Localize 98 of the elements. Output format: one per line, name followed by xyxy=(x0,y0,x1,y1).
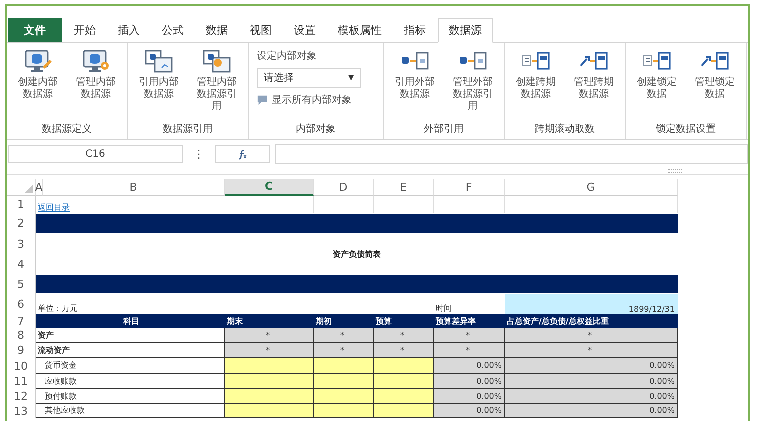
table-cell: * xyxy=(505,328,678,343)
column-header[interactable]: E xyxy=(374,179,434,196)
table-cell[interactable] xyxy=(374,374,434,389)
ribbon-button[interactable]: 管理内部数据源 xyxy=(69,49,123,122)
ribbon-button[interactable]: 管理跨期数据源 xyxy=(567,49,621,122)
function-button[interactable] xyxy=(215,145,270,163)
table-header-cell: 占总资产/总负债/总权益比重 xyxy=(505,314,678,328)
column-header[interactable]: G xyxy=(505,179,678,196)
table-cell: 0.00% xyxy=(505,358,678,374)
date-cell: 1899/12/31 xyxy=(505,294,678,314)
table-header-cell: 科目 xyxy=(36,314,225,328)
triangle-icon xyxy=(25,185,33,193)
table-header-cell: 预算 xyxy=(374,314,434,328)
group-label: 数据源定义 xyxy=(42,122,92,136)
table-cell: * xyxy=(314,343,374,358)
function-icon xyxy=(237,148,248,160)
menu-icon[interactable]: ⋮ xyxy=(183,148,215,160)
table-cell: * xyxy=(225,343,314,358)
monitor-database-icon xyxy=(81,49,111,75)
table-cell: 0.00% xyxy=(505,374,678,389)
table-cell[interactable] xyxy=(314,358,374,374)
table-cell: * xyxy=(505,343,678,358)
ribbon-tab[interactable]: 数据源 xyxy=(438,18,493,43)
table-cell: * xyxy=(225,328,314,343)
table-cell: 0.00% xyxy=(434,389,505,404)
table-cell[interactable] xyxy=(225,389,314,404)
window-database-icon xyxy=(144,49,174,75)
show-all-button[interactable]: 显示所有内部对象 xyxy=(257,93,375,107)
table-cell: 预付账款 xyxy=(36,389,225,404)
table-cell[interactable] xyxy=(374,404,434,418)
table-cell: 0.00% xyxy=(434,404,505,418)
table-cell[interactable] xyxy=(314,404,374,418)
table-cell: 流动资产 xyxy=(36,343,225,358)
name-box[interactable]: C16 xyxy=(8,145,183,163)
ribbon-tab[interactable]: 设置 xyxy=(284,18,326,42)
column-header[interactable]: D xyxy=(314,179,374,196)
sheet-title: 资产负债简表 xyxy=(333,248,381,260)
table-cell[interactable] xyxy=(314,374,374,389)
row-header[interactable]: 3 xyxy=(7,234,36,254)
monitor-database-icon xyxy=(23,49,53,75)
table-cell: 0.00% xyxy=(505,404,678,418)
row-header[interactable]: 1 xyxy=(7,196,36,213)
row-header[interactable]: 4 xyxy=(7,254,36,274)
table-cell: * xyxy=(374,328,434,343)
table-header-cell: 期末 xyxy=(225,314,314,328)
table-cell: 应收账款 xyxy=(36,374,225,389)
table-header-cell: 预算差异率 xyxy=(434,314,505,328)
group-label: 跨期滚动取数 xyxy=(535,122,595,136)
table-cell: * xyxy=(374,343,434,358)
ribbon-button[interactable]: 创建跨期数据源 xyxy=(509,49,563,122)
time-label: 时间 xyxy=(436,303,452,314)
group-label: 锁定数据设置 xyxy=(656,122,716,136)
ribbon-button[interactable]: 管理内部数据源引用 xyxy=(190,49,244,122)
unit-label: 单位：万元 xyxy=(38,303,78,314)
comment-icon xyxy=(257,94,268,106)
table-cell[interactable] xyxy=(374,389,434,404)
splitter-handle[interactable] xyxy=(668,169,682,173)
window-database-icon xyxy=(202,49,232,75)
group-label: 外部引用 xyxy=(424,122,464,136)
file-tab[interactable]: 文件 xyxy=(8,18,62,42)
column-header[interactable]: F xyxy=(434,179,505,196)
table-cell: 0.00% xyxy=(505,389,678,404)
table-cell: * xyxy=(314,328,374,343)
ribbon-tab[interactable]: 公式 xyxy=(152,18,194,42)
ribbon-tab[interactable]: 指标 xyxy=(394,18,436,42)
ribbon-button[interactable]: 引用内部数据源 xyxy=(132,49,186,122)
ribbon-tab[interactable]: 模板属性 xyxy=(328,18,392,42)
table-cell[interactable] xyxy=(314,389,374,404)
group-label: 数据源引用 xyxy=(163,123,213,136)
ribbon-button[interactable]: 创建锁定数据 xyxy=(630,49,684,122)
ribbon-tab[interactable]: 数据 xyxy=(196,18,238,42)
table-cell[interactable] xyxy=(225,404,314,418)
ribbon-tab[interactable]: 开始 xyxy=(64,18,106,42)
table-cell: 资产 xyxy=(36,328,225,343)
column-header[interactable]: C xyxy=(225,179,314,196)
table-cell: 其他应收款 xyxy=(36,404,225,418)
table-header-cell: 期初 xyxy=(314,314,374,328)
table-cell[interactable] xyxy=(225,374,314,389)
column-header[interactable]: A xyxy=(36,179,43,196)
back-link[interactable]: 返回目录 xyxy=(38,202,70,213)
column-header[interactable]: B xyxy=(43,179,225,196)
table-cell[interactable] xyxy=(374,358,434,374)
ribbon-tab[interactable]: 插入 xyxy=(108,18,150,42)
ribbon-button[interactable]: 创建内部数据源 xyxy=(11,49,65,122)
table-cell: 0.00% xyxy=(434,358,505,374)
table-cell: * xyxy=(434,328,505,343)
ribbon-button[interactable]: 引用外部数据源 xyxy=(388,49,442,122)
group-label: 内部对象 xyxy=(296,122,336,136)
table-cell: 0.00% xyxy=(434,374,505,389)
ribbon-button[interactable]: 管理外部数据源引用 xyxy=(446,49,500,122)
ribbon-button[interactable]: 管理锁定数据 xyxy=(688,49,742,122)
table-cell: * xyxy=(434,343,505,358)
table-cell[interactable] xyxy=(225,358,314,374)
row-header[interactable]: 6 xyxy=(7,294,36,314)
table-cell: 货币资金 xyxy=(36,358,225,374)
ribbon-tab[interactable]: 视图 xyxy=(240,18,282,42)
formula-field[interactable] xyxy=(275,144,748,164)
field-label: 设定内部对象 xyxy=(257,50,318,63)
